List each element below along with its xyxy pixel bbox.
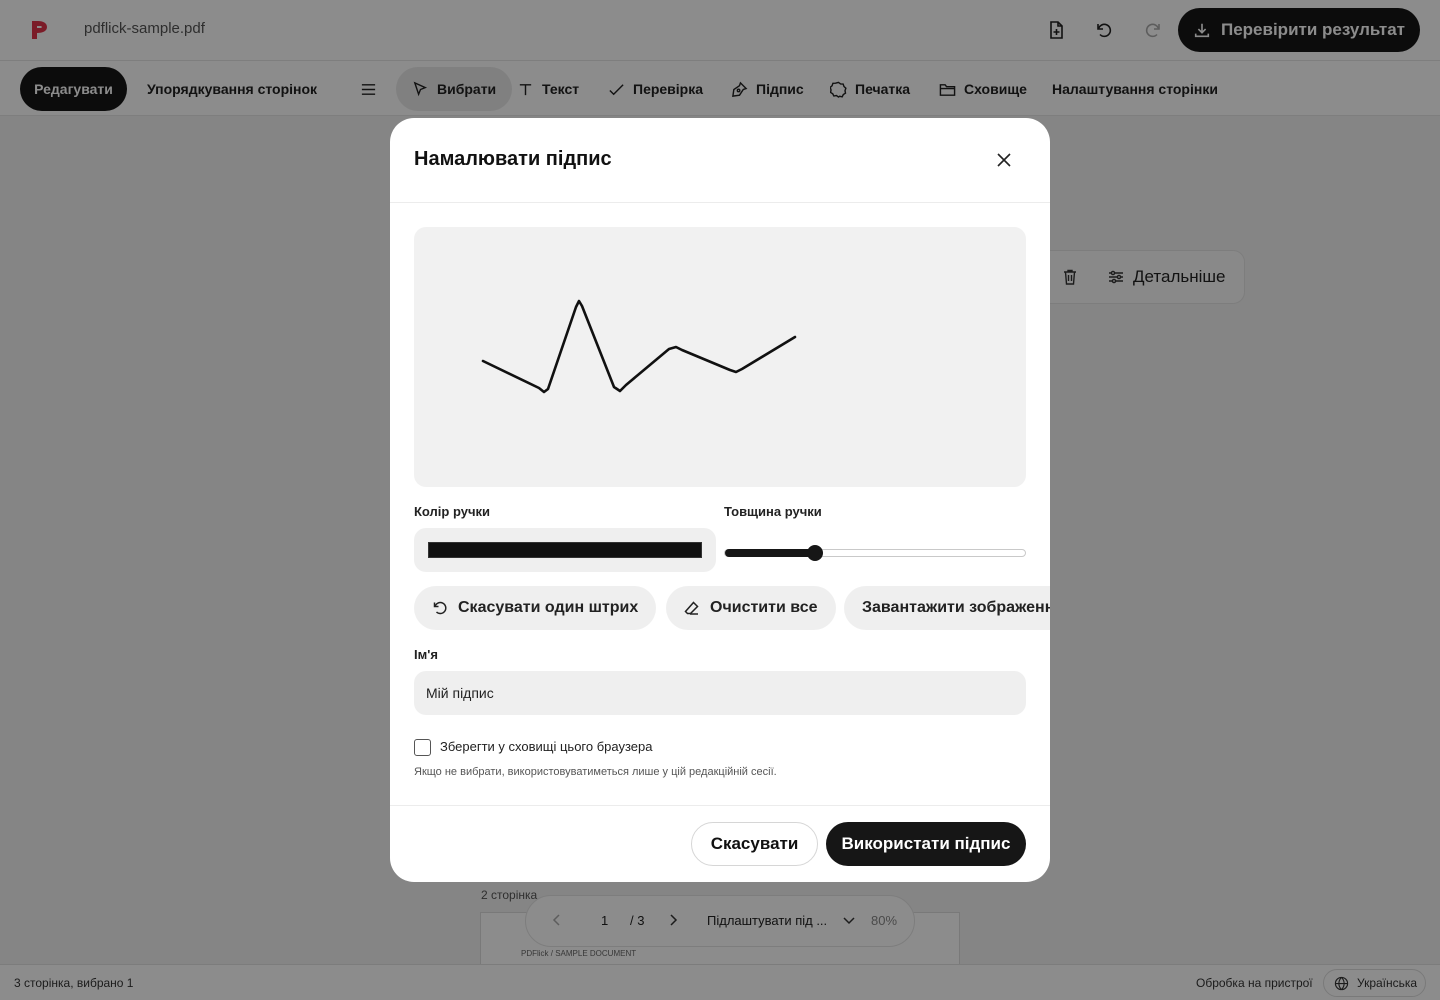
undo-stroke-button[interactable]: Скасувати один штрих (414, 586, 657, 630)
signature-name-input[interactable] (414, 671, 1026, 715)
save-to-storage-label[interactable]: Зберегти у сховищі цього браузера (440, 739, 652, 754)
undo-icon (433, 601, 447, 615)
pen-color-picker[interactable] (414, 528, 716, 572)
cancel-label: Скасувати (710, 834, 799, 853)
divider (390, 805, 1050, 806)
draw-signature-dialog: Намалювати підпис Колір ручки Товщина ру… (390, 118, 1050, 882)
save-hint: Якщо не вибрати, використовуватиметься л… (414, 766, 777, 778)
save-to-storage-checkbox[interactable] (414, 739, 431, 756)
pen-width-thumb[interactable] (807, 545, 823, 561)
clear-all-label: Очистити все (710, 599, 818, 616)
cancel-button[interactable]: Скасувати (691, 822, 818, 866)
divider (390, 202, 1050, 203)
close-icon (997, 153, 1011, 167)
eraser-icon (684, 601, 699, 615)
upload-image-label: Завантажити зображення (862, 599, 1050, 616)
name-label: Ім'я (414, 647, 438, 662)
pen-width-label: Товщина ручки (724, 504, 822, 519)
pen-color-label: Колір ручки (414, 504, 491, 519)
close-button[interactable] (992, 148, 1016, 172)
dialog-title: Намалювати підпис (414, 148, 612, 170)
pen-width-slider[interactable] (724, 545, 1026, 561)
pen-width-fill (725, 549, 815, 557)
clear-all-button[interactable]: Очистити все (666, 586, 836, 630)
pen-color-swatch (428, 542, 702, 558)
signature-canvas[interactable] (414, 227, 1026, 487)
use-signature-label: Використати підпис (841, 834, 1011, 853)
signature-stroke (481, 299, 797, 394)
upload-image-button[interactable]: Завантажити зображення (844, 586, 1050, 630)
undo-stroke-label: Скасувати один штрих (458, 599, 639, 616)
use-signature-button[interactable]: Використати підпис (826, 822, 1026, 866)
